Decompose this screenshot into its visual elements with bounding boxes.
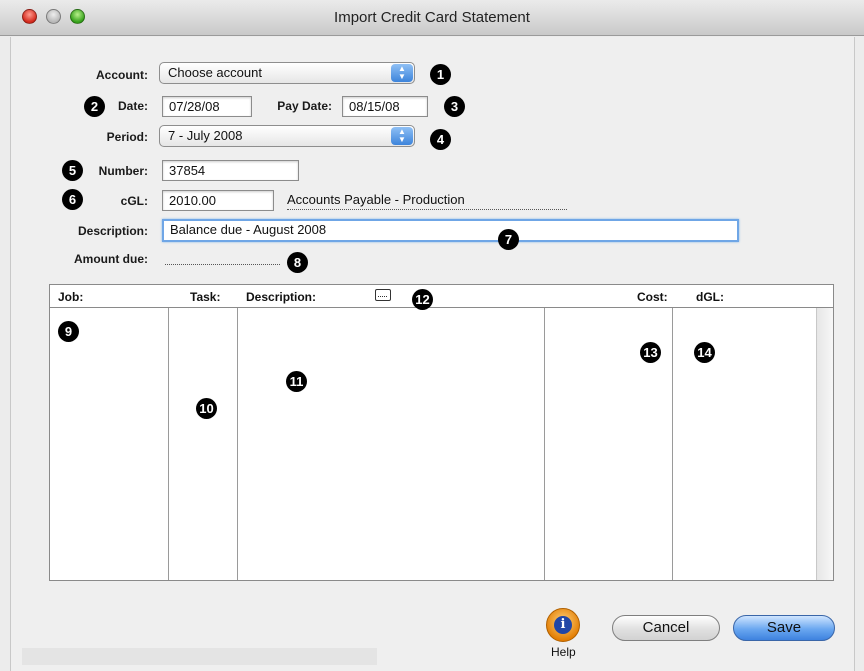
amount-due-label: Amount due: [74,252,148,266]
callout-badge: 1 [430,64,451,85]
keyboard-keys [378,296,387,298]
title-bar: Import Credit Card Statement [0,0,864,36]
column-header-cost[interactable]: Cost: [637,290,668,304]
period-popup[interactable]: 7 - July 2008 ▲ ▼ [159,125,415,147]
help-label: Help [551,645,576,659]
table-scrollbar[interactable] [816,308,833,580]
column-divider [168,308,169,580]
column-header-job[interactable]: Job: [58,290,83,304]
callout-badge: 8 [287,252,308,273]
callout-badge: 14 [694,342,715,363]
number-label: Number: [98,164,148,178]
column-divider [237,308,238,580]
callout-badge: 12 [412,289,433,310]
help-button[interactable]: i [546,608,580,642]
period-popup-value: 7 - July 2008 [168,128,243,143]
callout-badge: 9 [58,321,79,342]
cgl-label: cGL: [120,194,148,208]
column-header-dgl[interactable]: dGL: [696,290,724,304]
callout-badge: 10 [196,398,217,419]
import-credit-card-window: Import Credit Card Statement Account: Ch… [0,0,864,671]
window-title: Import Credit Card Statement [334,9,530,26]
line-items-table[interactable]: Job: Task: Description: Cost: dGL: [49,284,834,581]
date-field[interactable]: 07/28/08 [162,96,252,117]
pay-date-label: Pay Date: [277,99,332,113]
column-divider [672,308,673,580]
callout-badge: 3 [444,96,465,117]
pay-date-field[interactable]: 08/15/08 [342,96,428,117]
period-label: Period: [106,130,148,144]
account-popup[interactable]: Choose account ▲ ▼ [159,62,415,84]
callout-badge: 11 [286,371,307,392]
keyboard-icon[interactable] [375,289,391,301]
column-header-description[interactable]: Description: [246,290,316,304]
column-header-task[interactable]: Task: [190,290,220,304]
status-strip [22,648,377,665]
cancel-button[interactable]: Cancel [612,615,720,641]
table-header: Job: Task: Description: Cost: dGL: [50,285,833,308]
save-button[interactable]: Save [733,615,835,641]
info-icon: i [554,616,572,634]
number-field[interactable]: 37854 [162,160,299,181]
description-field[interactable]: Balance due - August 2008 [162,219,739,242]
callout-badge: 6 [62,189,83,210]
column-divider [544,308,545,580]
callout-badge: 4 [430,129,451,150]
updown-arrows-icon: ▲ ▼ [391,127,413,145]
cgl-account-name: Accounts Payable - Production [287,192,567,210]
date-label: Date: [117,99,148,113]
amount-due-value [165,264,280,265]
callout-badge: 13 [640,342,661,363]
cgl-field[interactable]: 2010.00 [162,190,274,211]
account-popup-value: Choose account [168,65,262,80]
account-label: Account: [96,68,148,82]
callout-badge: 7 [498,229,519,250]
updown-arrows-icon: ▲ ▼ [391,64,413,82]
description-label: Description: [77,224,148,238]
